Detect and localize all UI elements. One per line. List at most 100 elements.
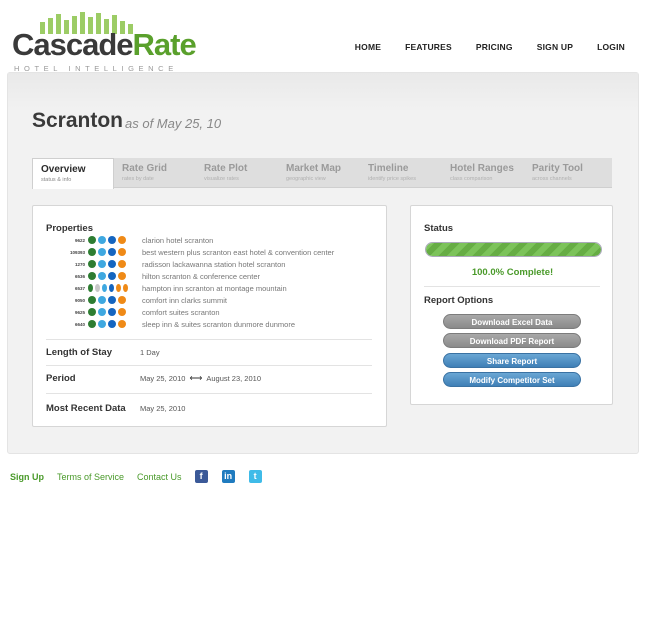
nav-features[interactable]: FEATURES [405, 42, 452, 52]
nav-home[interactable]: HOME [355, 42, 381, 52]
channel-icon[interactable] [108, 248, 116, 256]
tab-title: Market Map [286, 163, 342, 174]
channel-icon[interactable] [108, 260, 116, 268]
channel-icon[interactable] [118, 248, 126, 256]
property-name: radisson lackawanna station hotel scrant… [142, 259, 286, 269]
channel-icon[interactable] [118, 308, 126, 316]
divider [46, 365, 372, 366]
tab-timeline[interactable]: Timeline identify price spikes [360, 158, 442, 187]
channel-icon[interactable] [108, 320, 116, 328]
property-id: 1270 [74, 261, 85, 267]
channel-icon[interactable] [98, 320, 106, 328]
logo-wordmark: CascadeRate [12, 27, 197, 62]
channel-icon[interactable] [98, 260, 106, 268]
channel-icon[interactable] [109, 284, 114, 292]
main-panel: Scranton as of May 25, 10 Overview statu… [7, 72, 639, 454]
linkedin-icon[interactable]: in [221, 470, 235, 483]
facebook-icon[interactable]: f [194, 470, 208, 483]
property-name: comfort suites scranton [142, 307, 220, 317]
channel-icon[interactable] [95, 284, 100, 292]
nav-pricing[interactable]: PRICING [476, 42, 513, 52]
properties-label: Properties [46, 223, 93, 234]
logo[interactable]: CascadeRate HOTEL INTELLIGENCE [12, 12, 197, 73]
tab-subtitle: class comparison [450, 176, 493, 182]
footer-sign-up-link[interactable]: Sign Up [10, 472, 44, 482]
divider [46, 339, 372, 340]
tab-title: Rate Grid [122, 163, 168, 174]
twitter-icon[interactable]: t [248, 470, 262, 483]
property-name: best western plus scranton east hotel & … [142, 247, 335, 257]
channel-icon[interactable] [98, 272, 106, 280]
channel-icons [88, 296, 128, 304]
channel-icon[interactable] [88, 296, 96, 304]
overview-info-box: Properties 9622 clarion hotel scranton 109… [32, 205, 387, 427]
property-id: 109393 [69, 249, 85, 255]
channel-icon[interactable] [98, 248, 106, 256]
channel-icons [88, 308, 128, 316]
tab-rate-plot[interactable]: Rate Plot visualize rates [196, 158, 278, 187]
tab-title: Hotel Ranges [450, 163, 514, 174]
footer-contact-link[interactable]: Contact Us [137, 472, 182, 482]
status-box: Status 100.0% Complete! Report Options D… [410, 205, 613, 405]
share-report-button[interactable]: Share Report [443, 353, 581, 368]
channel-icon[interactable] [118, 260, 126, 268]
tab-rate-grid[interactable]: Rate Grid rates by date [114, 158, 196, 187]
page-title: Scranton [32, 109, 124, 132]
report-options-label: Report Options [424, 295, 494, 306]
tab-subtitle: geographic view [286, 176, 326, 182]
tab-title: Overview [41, 164, 86, 175]
tab-market-map[interactable]: Market Map geographic view [278, 158, 360, 187]
property-name: sleep inn & suites scranton dunmore dunm… [142, 319, 296, 329]
channel-icon[interactable] [108, 296, 116, 304]
channel-icon[interactable] [116, 284, 121, 292]
tab-hotel-ranges[interactable]: Hotel Ranges class comparison [442, 158, 524, 187]
period-value: May 25, 2010 ⟷ August 23, 2010 [140, 373, 261, 384]
divider [424, 286, 600, 287]
property-row: 1270 radisson lackawanna station hotel sc… [46, 258, 376, 270]
channel-icon[interactable] [88, 308, 96, 316]
channel-icon[interactable] [108, 272, 116, 280]
nav-login[interactable]: LOGIN [597, 42, 625, 52]
download-pdf-button[interactable]: Download PDF Report [443, 333, 581, 348]
property-id: 9050 [74, 297, 85, 303]
channel-icon[interactable] [88, 260, 96, 268]
footer-terms-link[interactable]: Terms of Service [57, 472, 124, 482]
tab-title: Rate Plot [204, 163, 248, 174]
channel-icon[interactable] [98, 296, 106, 304]
tab-parity-tool[interactable]: Parity Tool across channels [524, 158, 606, 187]
channel-icon[interactable] [88, 248, 96, 256]
tab-overview[interactable]: Overview status & info [32, 158, 114, 189]
most-recent-data-label: Most Recent Data [46, 403, 126, 414]
channel-icon[interactable] [118, 272, 126, 280]
download-excel-button[interactable]: Download Excel Data [443, 314, 581, 329]
top-nav: HOME FEATURES PRICING SIGN UP LOGIN [331, 42, 625, 52]
modify-competitor-set-button[interactable]: Modify Competitor Set [443, 372, 581, 387]
channel-icon[interactable] [102, 284, 107, 292]
channel-icon[interactable] [88, 236, 96, 244]
property-id: 6536 [74, 273, 85, 279]
channel-icon[interactable] [88, 284, 93, 292]
channel-icons [88, 260, 128, 268]
tab-title: Parity Tool [532, 163, 583, 174]
channel-icons [88, 272, 128, 280]
channel-icon[interactable] [98, 308, 106, 316]
channel-icon[interactable] [118, 236, 126, 244]
channel-icon[interactable] [123, 284, 128, 292]
channel-icon[interactable] [88, 272, 96, 280]
status-label: Status [424, 223, 454, 234]
nav-sign-up[interactable]: SIGN UP [537, 42, 573, 52]
channel-icon[interactable] [108, 236, 116, 244]
channel-icon[interactable] [98, 236, 106, 244]
channel-icon[interactable] [118, 320, 126, 328]
period-start: May 25, 2010 [140, 374, 186, 383]
channel-icon[interactable] [88, 320, 96, 328]
property-id: 6640 [74, 321, 85, 327]
channel-icon[interactable] [108, 308, 116, 316]
channel-icon[interactable] [118, 296, 126, 304]
period-label: Period [46, 373, 76, 384]
tab-subtitle: status & info [41, 177, 72, 183]
property-row: 9050 comfort inn clarks summit [46, 294, 376, 306]
period-end: August 23, 2010 [206, 374, 261, 383]
property-name: clarion hotel scranton [142, 235, 214, 245]
properties-list: 9622 clarion hotel scranton 109393 best wes… [46, 234, 376, 330]
